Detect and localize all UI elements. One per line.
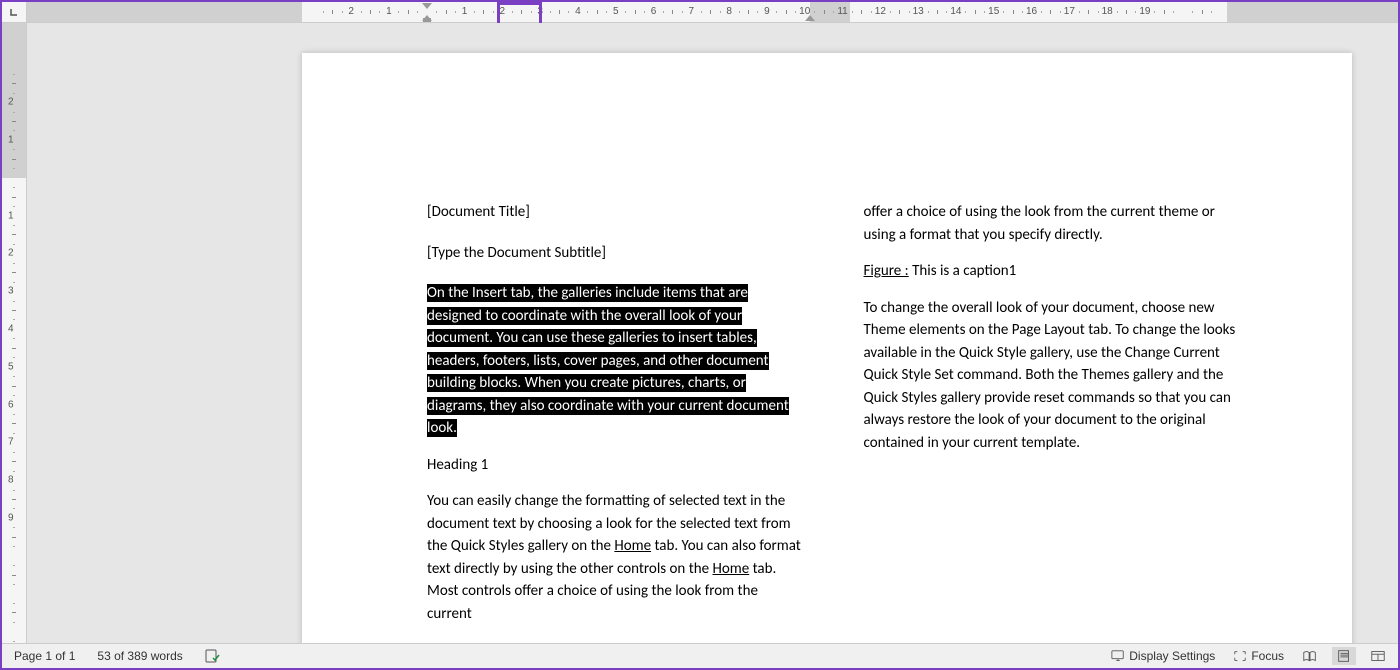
status-bar: Page 1 of 1 53 of 389 words Display Sett… bbox=[2, 643, 1398, 668]
read-mode-view-button[interactable] bbox=[1298, 647, 1322, 665]
tab-stop-selector[interactable] bbox=[2, 2, 27, 23]
print-layout-view-button[interactable] bbox=[1332, 647, 1356, 665]
vertical-ruler[interactable]: 21123456789 bbox=[2, 23, 27, 643]
col2-paragraph-2[interactable]: To change the overall look of your docum… bbox=[864, 297, 1243, 455]
body-paragraph[interactable]: You can easily change the formatting of … bbox=[427, 490, 806, 625]
document-title[interactable]: [Document Title] bbox=[427, 201, 806, 224]
document-subtitle[interactable]: [Type the Document Subtitle] bbox=[427, 242, 806, 265]
col2-continuation[interactable]: offer a choice of using the look from th… bbox=[864, 201, 1243, 246]
page-number-status[interactable]: Page 1 of 1 bbox=[10, 647, 79, 665]
focus-mode-button[interactable]: Focus bbox=[1229, 647, 1288, 665]
display-settings-button[interactable]: Display Settings bbox=[1107, 647, 1219, 665]
first-line-indent-marker[interactable] bbox=[422, 3, 432, 9]
heading-1[interactable]: Heading 1 bbox=[427, 454, 806, 477]
figure-caption[interactable]: Figure : This is a caption1 bbox=[864, 260, 1243, 283]
document-page[interactable]: [Document Title] [Type the Document Subt… bbox=[302, 53, 1352, 643]
selected-paragraph[interactable]: On the Insert tab, the galleries include… bbox=[427, 282, 806, 440]
horizontal-ruler[interactable]: 2112345678910111213141516171819 bbox=[27, 2, 1398, 23]
document-editor-area[interactable]: [Document Title] [Type the Document Subt… bbox=[27, 23, 1398, 643]
word-count-status[interactable]: 53 of 389 words bbox=[93, 647, 186, 665]
web-layout-view-button[interactable] bbox=[1366, 647, 1390, 665]
figure-label: Figure : bbox=[864, 262, 909, 280]
focus-icon bbox=[1233, 649, 1247, 663]
home-link-2[interactable]: Home bbox=[712, 560, 749, 578]
home-link-1[interactable]: Home bbox=[614, 537, 651, 555]
spelling-grammar-check-icon[interactable] bbox=[201, 646, 225, 666]
right-indent-marker[interactable] bbox=[805, 15, 815, 21]
left-indent-marker[interactable] bbox=[423, 18, 431, 22]
display-settings-icon bbox=[1111, 649, 1125, 663]
